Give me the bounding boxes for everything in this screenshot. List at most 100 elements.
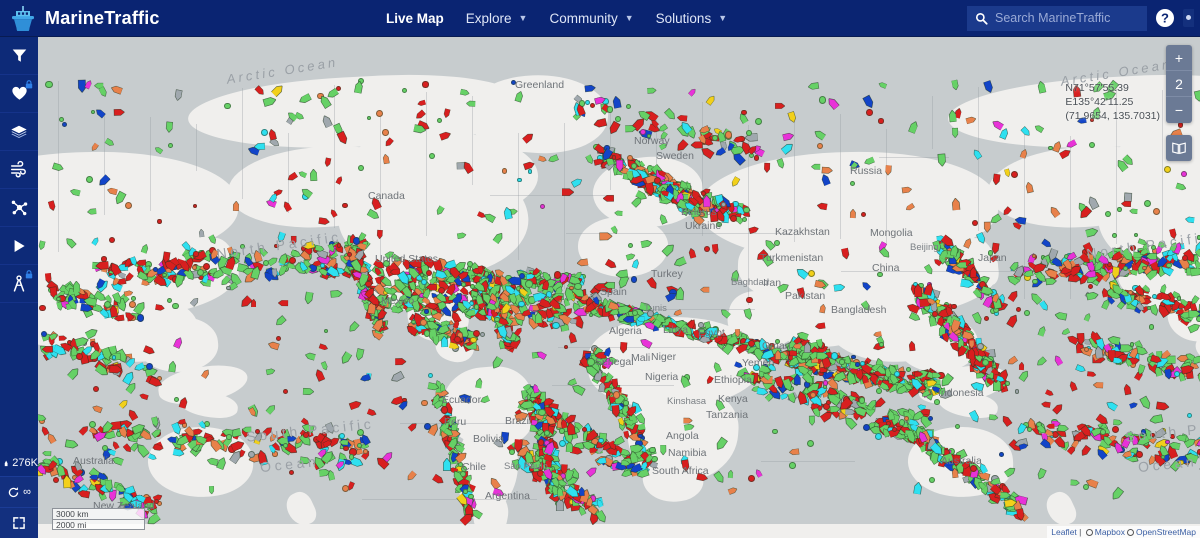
vessel-marker[interactable] (673, 309, 683, 317)
vessel-marker-stationary[interactable] (720, 201, 726, 207)
panel-toggle-icon[interactable] (1183, 9, 1194, 27)
vessel-marker-stationary[interactable] (411, 319, 416, 325)
vessel-marker-stationary[interactable] (789, 462, 796, 469)
vessel-marker-stationary[interactable] (1112, 425, 1120, 434)
vessel-marker[interactable] (675, 139, 690, 153)
vessel-marker-stationary[interactable] (563, 344, 569, 350)
vessel-marker[interactable] (1014, 216, 1027, 225)
vessel-marker-stationary[interactable] (875, 388, 882, 395)
vessel-marker-stationary[interactable] (1127, 290, 1133, 296)
vessel-marker[interactable] (41, 450, 51, 456)
zoom-out-button[interactable]: − (1166, 97, 1192, 123)
vessel-marker[interactable] (584, 84, 596, 93)
vessel-marker-stationary[interactable] (45, 80, 53, 88)
vessel-marker-stationary[interactable] (741, 216, 747, 222)
vessel-marker-stationary[interactable] (539, 204, 546, 210)
vessel-marker[interactable] (658, 123, 669, 133)
vessel-marker[interactable] (199, 228, 205, 238)
vessel-marker[interactable] (730, 269, 740, 282)
vessel-marker[interactable] (727, 486, 739, 496)
vessel-marker[interactable] (787, 111, 797, 124)
vessel-marker-stationary[interactable] (649, 446, 656, 454)
map-layers-button[interactable] (1166, 135, 1192, 161)
vessel-marker[interactable] (570, 176, 583, 188)
vessel-marker[interactable] (807, 82, 819, 91)
vessel-marker[interactable] (1035, 356, 1047, 368)
vessel-marker[interactable] (712, 471, 726, 485)
vessel-marker-stationary[interactable] (103, 300, 111, 308)
vessel-marker[interactable] (599, 232, 613, 241)
vessel-marker[interactable] (62, 474, 72, 488)
auto-refresh-button[interactable]: ∞ (0, 476, 38, 507)
live-map[interactable]: Arctic Ocean Arctic Ocean Greenland Canada U… (38, 37, 1200, 538)
vessel-marker[interactable] (816, 352, 829, 360)
vessel-marker-stationary[interactable] (342, 202, 348, 209)
vessel-marker-stationary[interactable] (716, 221, 722, 228)
vessel-marker-stationary[interactable] (1135, 451, 1144, 459)
vessel-marker-stationary[interactable] (574, 282, 582, 290)
vessel-marker-stationary[interactable] (518, 300, 525, 308)
vessel-marker-stationary[interactable] (1032, 278, 1038, 285)
search-box[interactable] (967, 5, 1147, 31)
vessel-marker-stationary[interactable] (108, 236, 115, 243)
vessel-marker-stationary[interactable] (193, 251, 199, 257)
vessel-marker-stationary[interactable] (56, 296, 61, 302)
vessel-marker-stationary[interactable] (858, 397, 866, 404)
vessel-marker-stationary[interactable] (466, 266, 472, 271)
vessel-marker[interactable] (1068, 380, 1078, 392)
vessel-marker[interactable] (547, 153, 559, 163)
vessel-marker-stationary[interactable] (1170, 433, 1175, 439)
vessel-marker-stationary[interactable] (878, 118, 884, 124)
vessel-marker[interactable] (1052, 354, 1064, 367)
vessel-marker[interactable] (104, 479, 113, 493)
vessel-marker[interactable] (1018, 442, 1029, 451)
vessel-marker[interactable] (688, 248, 697, 260)
vessel-marker[interactable] (1105, 399, 1119, 412)
vessel-marker[interactable] (612, 95, 622, 109)
vessel-marker-stationary[interactable] (289, 469, 295, 476)
vessel-marker[interactable] (134, 442, 150, 459)
vessel-marker[interactable] (354, 348, 365, 362)
vessel-marker[interactable] (1037, 325, 1047, 338)
vessel-marker[interactable] (595, 456, 607, 465)
vessel-marker[interactable] (636, 316, 645, 322)
vessel-marker-stationary[interactable] (363, 449, 368, 454)
vessel-marker[interactable] (970, 267, 978, 278)
vessel-marker-stationary[interactable] (729, 214, 737, 222)
vessel-marker[interactable] (622, 315, 634, 323)
vessel-marker[interactable] (561, 187, 575, 196)
vessel-marker[interactable] (432, 335, 440, 346)
vessel-marker[interactable] (700, 287, 710, 294)
vessel-marker-stationary[interactable] (646, 133, 652, 139)
vessel-marker[interactable] (144, 502, 153, 508)
vessel-marker[interactable] (1044, 389, 1055, 397)
vessel-marker[interactable] (513, 438, 523, 453)
vessel-marker[interactable] (1051, 402, 1064, 415)
vessel-marker[interactable] (427, 381, 440, 391)
vessel-marker[interactable] (349, 400, 363, 411)
vessel-marker[interactable] (646, 277, 659, 291)
vessel-marker[interactable] (566, 421, 576, 436)
vessel-marker-stationary[interactable] (382, 129, 389, 136)
vessel-marker[interactable] (110, 85, 123, 95)
vessel-marker[interactable] (780, 142, 795, 156)
vessel-marker-stationary[interactable] (748, 475, 755, 483)
vessel-marker[interactable] (274, 314, 287, 327)
vessel-marker[interactable] (1101, 298, 1111, 311)
vessel-marker[interactable] (804, 342, 812, 353)
vessel-marker[interactable] (951, 127, 959, 138)
vessel-marker[interactable] (814, 321, 826, 330)
vessel-marker[interactable] (253, 142, 266, 151)
vessel-marker[interactable] (1149, 414, 1164, 424)
vessel-marker-stationary[interactable] (390, 294, 397, 301)
vessel-marker-stationary[interactable] (136, 314, 145, 322)
vessel-marker[interactable] (318, 343, 329, 351)
vessel-marker-stationary[interactable] (630, 275, 638, 283)
vessel-marker[interactable] (1038, 300, 1050, 312)
vessel-marker-stationary[interactable] (898, 419, 906, 426)
vessel-marker-stationary[interactable] (746, 297, 753, 304)
vessel-marker-stationary[interactable] (951, 303, 957, 310)
vessel-marker[interactable] (318, 216, 331, 225)
vessel-marker[interactable] (389, 370, 405, 384)
vessel-marker[interactable] (849, 208, 856, 219)
